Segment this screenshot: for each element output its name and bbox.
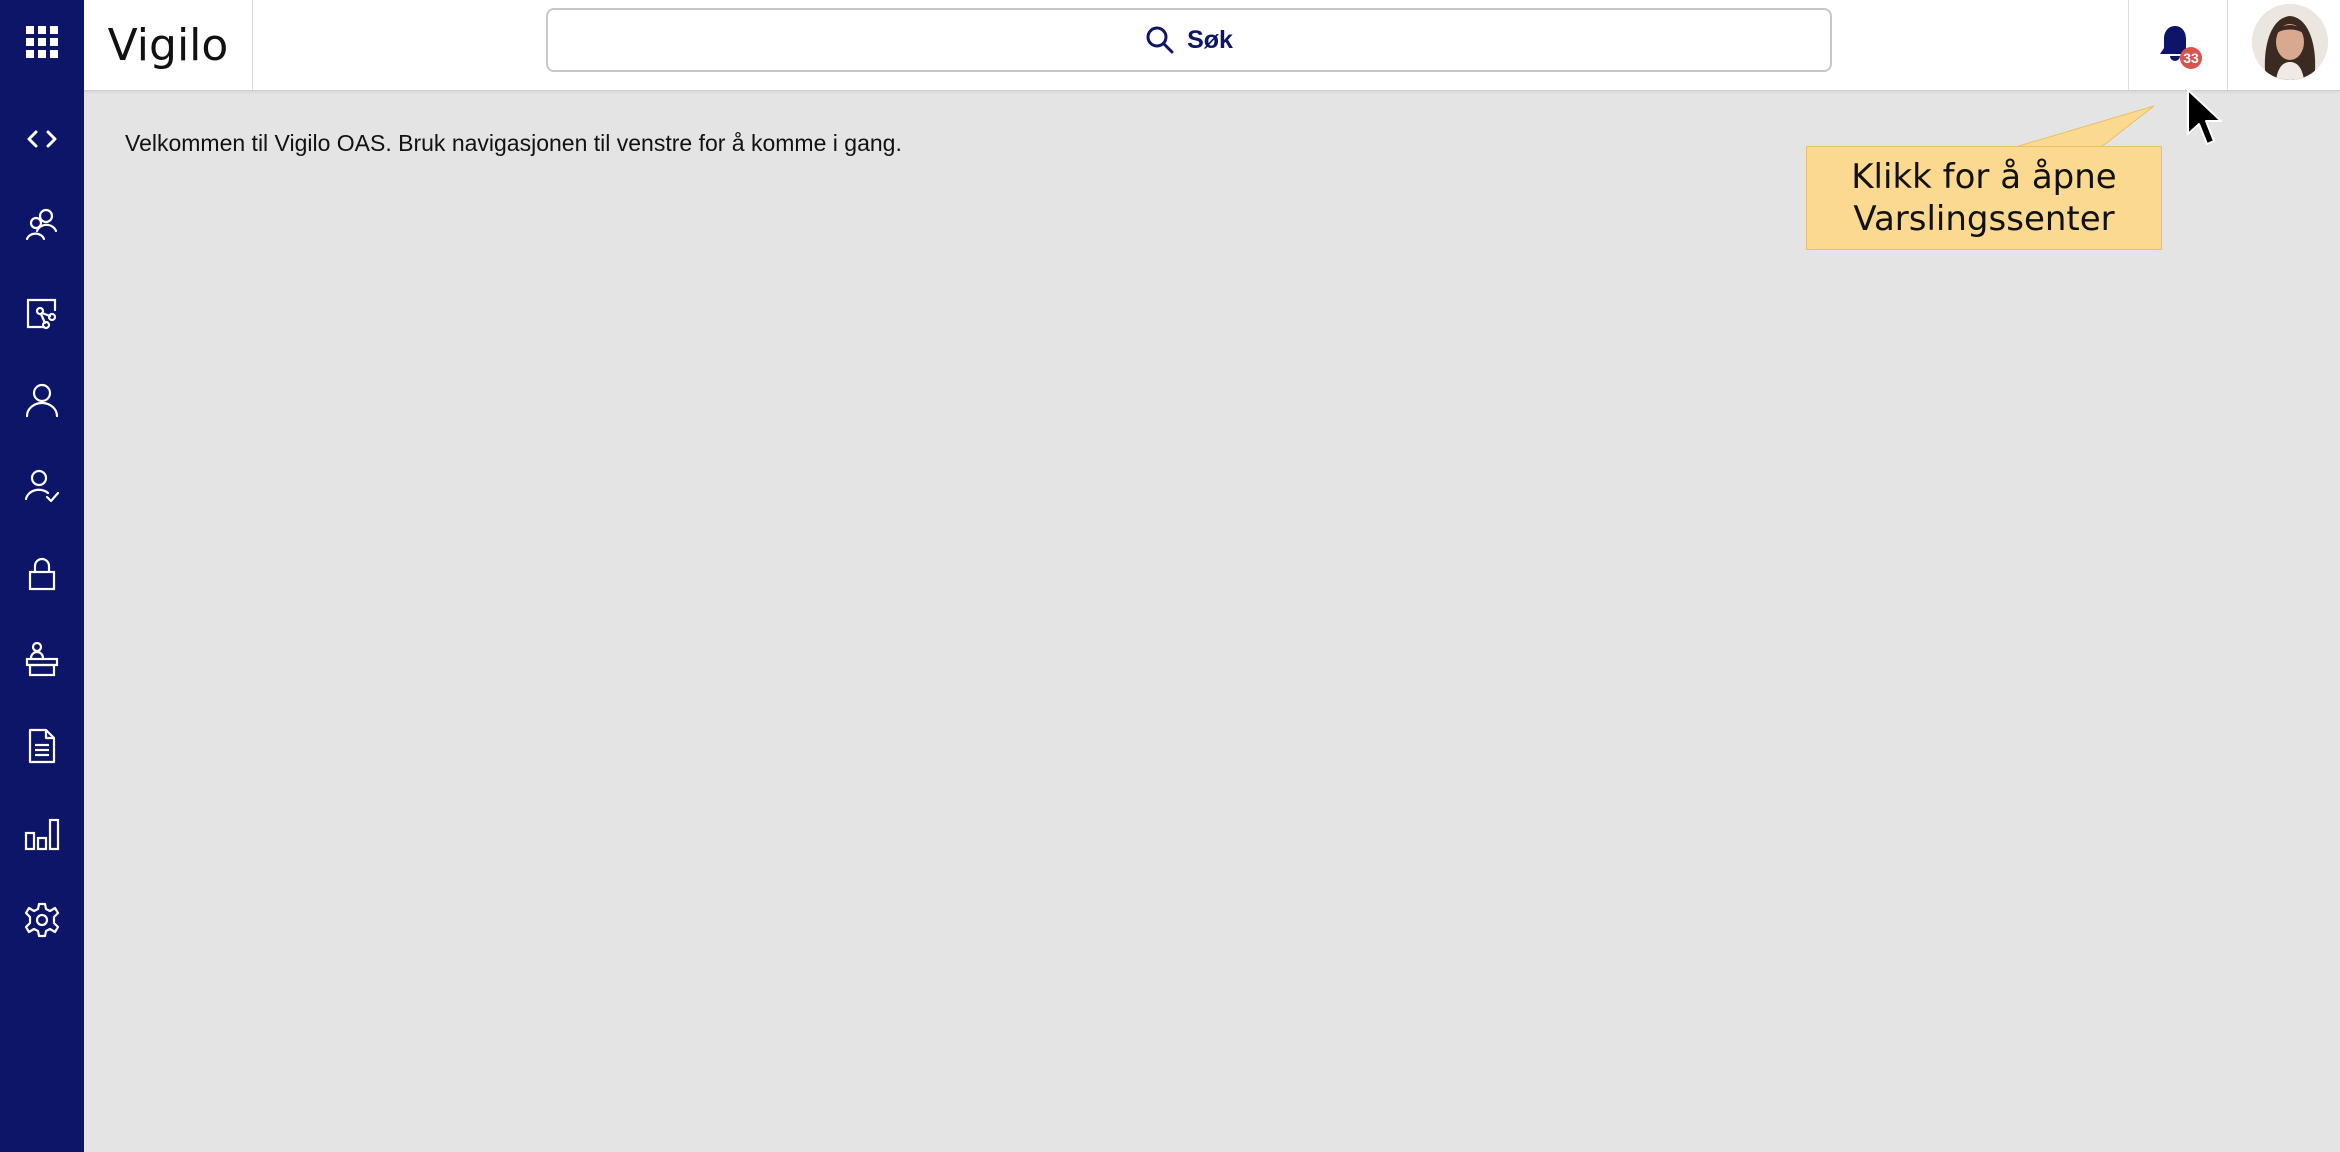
mouse-cursor-icon [2187, 89, 2222, 145]
desk-person-icon [25, 641, 59, 677]
org-chart-icon [26, 298, 57, 330]
tooltip-line-1: Klikk for å åpne [1851, 157, 2117, 197]
gear-icon [24, 902, 60, 938]
sidebar-item-settings[interactable] [0, 880, 84, 960]
document-icon [28, 728, 56, 764]
sidebar-item-organization[interactable] [0, 274, 84, 354]
user-check-icon [24, 469, 60, 503]
app-root: Vigilo Søk 33 Velkommen til Vigilo OAS. … [0, 0, 2340, 1152]
sidebar-item-person[interactable] [0, 360, 84, 440]
user-icon [25, 383, 59, 418]
sidebar-item-approvals[interactable] [0, 446, 84, 526]
notification-tooltip: Klikk for å åpne Varslingssenter [1806, 146, 2162, 250]
bar-chart-icon [24, 818, 60, 851]
sidebar-item-access[interactable] [0, 534, 84, 614]
sidebar-item-documents[interactable] [0, 706, 84, 786]
tooltip-line-2: Varslingssenter [1853, 199, 2115, 239]
sidebar-item-reports[interactable] [0, 794, 84, 874]
sidebar-item-reception[interactable] [0, 620, 84, 700]
lock-icon [28, 557, 56, 591]
